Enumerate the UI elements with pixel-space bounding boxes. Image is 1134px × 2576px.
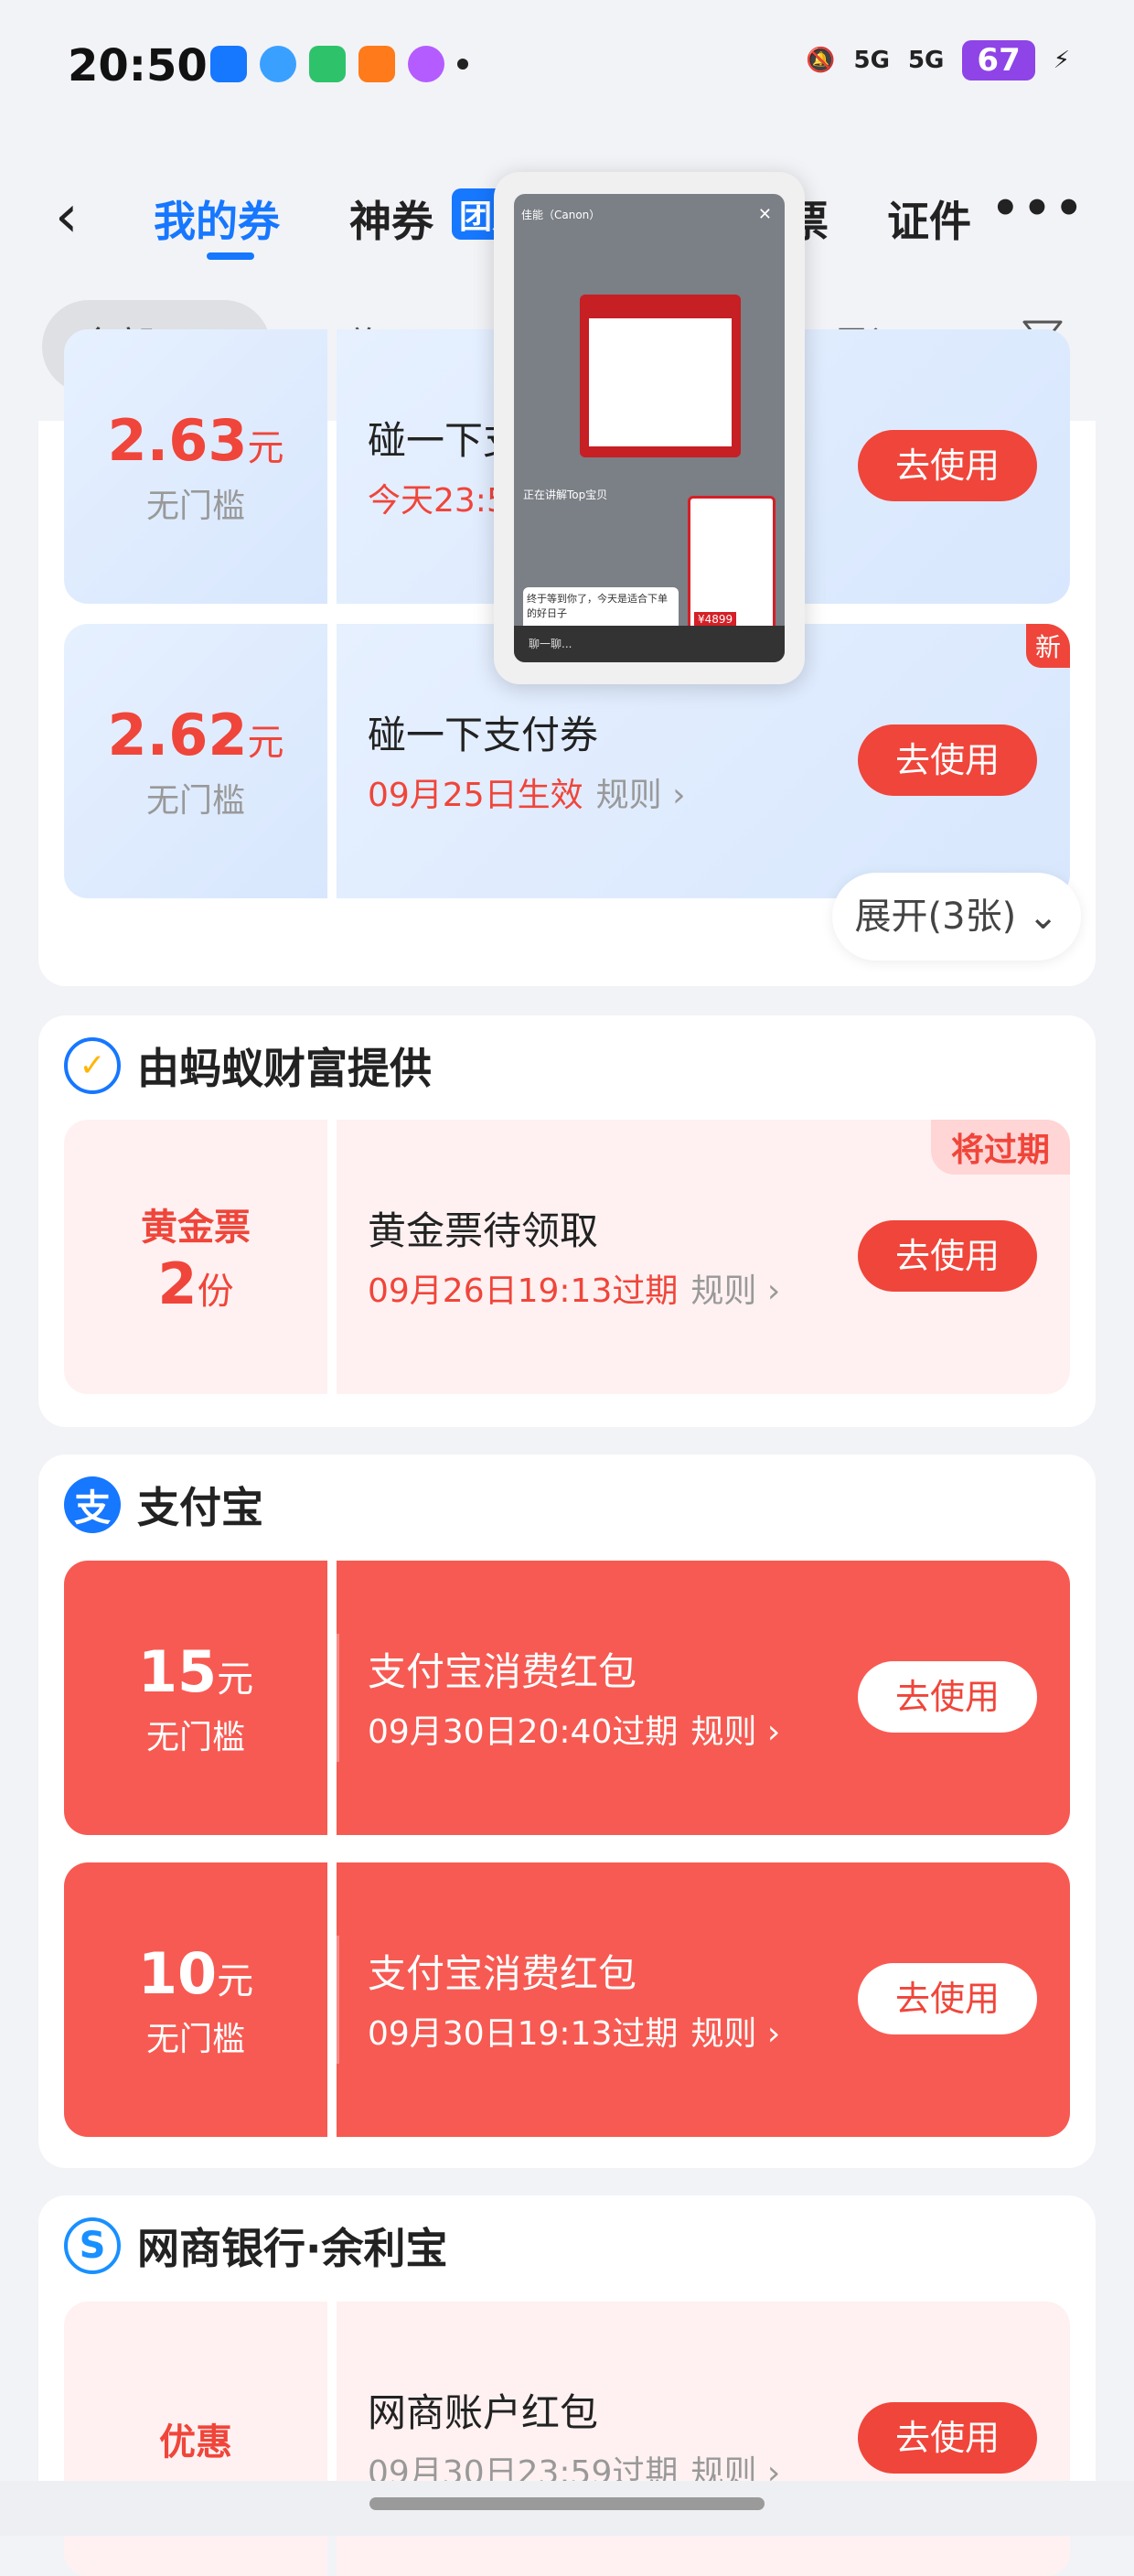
tab-certificates[interactable]: 证件 — [887, 188, 971, 249]
divider — [337, 1936, 339, 2064]
coupon-left: 2.62元 无门槛 — [64, 624, 327, 898]
section-title: 支 支付宝 — [64, 1475, 263, 1535]
discount-label: 优惠 — [159, 2421, 232, 2463]
coupon-title: 支付宝消费红包 — [368, 1649, 637, 1694]
coupon-right: 黄金票待领取 09月26日19:13过期 规则 › 去使用 将过期 — [337, 1120, 1070, 1394]
coupon-date: 09月25日生效 规则 › — [368, 777, 686, 814]
status-app-icons — [210, 46, 468, 82]
product-thumbnail[interactable]: ¥4899 — [688, 496, 776, 635]
coupon-item[interactable]: 黄金票 2份 黄金票待领取 09月26日19:13过期 规则 › 去使用 将过期 — [64, 1120, 1070, 1394]
more-icon[interactable]: ••• — [991, 183, 1086, 234]
more-dot-icon — [457, 59, 468, 70]
expand-button[interactable]: 展开(3张) ⌄ — [832, 873, 1081, 961]
coupon-amount: 2.63元 — [107, 406, 284, 474]
tab-underline — [207, 252, 254, 260]
coupon-date: 09月30日19:13过期 规则 › — [368, 2015, 781, 2053]
use-button[interactable]: 去使用 — [858, 1963, 1037, 2034]
mute-icon: 🔕 — [806, 47, 836, 74]
divider — [337, 1634, 339, 1762]
product-price: ¥4899 — [694, 612, 737, 627]
coupon-amount: 2份 — [157, 1250, 234, 1317]
mybank-logo-icon: S — [64, 2217, 121, 2274]
charging-icon: ⚡ — [1053, 47, 1070, 74]
coupon-title: 支付宝消费红包 — [368, 1951, 637, 1996]
coupon-condition: 无门槛 — [145, 1718, 245, 1756]
tab-shenquan[interactable]: 神券 — [349, 188, 433, 249]
tab-my-coupons[interactable]: 我的券 — [154, 188, 280, 249]
signal-5g-icon-2: 5G — [907, 47, 945, 74]
coupon-card-ant: ✓ 由蚂蚁财富提供 黄金票 2份 黄金票待领取 09月26日19:13过期 规则 … — [38, 1015, 1096, 1427]
ant-fortune-logo-icon: ✓ — [64, 1037, 121, 1094]
coupon-condition: 无门槛 — [145, 2020, 245, 2058]
close-icon[interactable]: ✕ — [758, 205, 772, 224]
use-button[interactable]: 去使用 — [858, 1661, 1037, 1733]
battery-app-icon — [309, 46, 346, 82]
coupon-left: 10元 无门槛 — [64, 1862, 327, 2137]
rule-link[interactable]: 规则 › — [690, 2015, 780, 2053]
expiring-badge: 将过期 — [930, 1120, 1070, 1175]
coupon-item[interactable]: 15元 无门槛 支付宝消费红包 09月30日20:40过期 规则 › 去使用 — [64, 1561, 1070, 1835]
coupon-amount: 10元 — [137, 1939, 254, 2007]
product-banner — [580, 295, 741, 457]
coupon-left: 15元 无门槛 — [64, 1561, 327, 1835]
kuaishou-app-icon — [358, 46, 395, 82]
signal-5g-icon: 5G — [853, 47, 890, 74]
coupon-card-alipay: 支 支付宝 15元 无门槛 支付宝消费红包 09月30日20:40过期 规则 › … — [38, 1454, 1096, 2168]
alipay-logo-icon: 支 — [64, 1476, 121, 1533]
live-stream-popup[interactable]: 佳能（Canon） ✕ 正在讲解Top宝贝 ¥4899 终于等到你了，今天是适合… — [494, 172, 805, 684]
rule-link[interactable]: 规则 › — [690, 1272, 780, 1310]
status-bar: 20:50 🔕 5G 5G 67 ⚡ — [0, 0, 1134, 137]
use-button[interactable]: 去使用 — [858, 2402, 1037, 2474]
coupon-right: 支付宝消费红包 09月30日20:40过期 规则 › 去使用 — [337, 1561, 1070, 1835]
new-badge: 新 — [1025, 624, 1070, 668]
coupon-left: 2.63元 无门槛 — [64, 329, 327, 604]
coupon-title: 黄金票待领取 — [368, 1208, 599, 1253]
coupon-left: 黄金票 2份 — [64, 1120, 327, 1394]
game-app-icon — [408, 46, 444, 82]
coupon-card-bank: S 网商银行·余利宝 优惠 网商账户红包 09月30日23:59过期 规则 › 去… — [38, 2195, 1096, 2576]
section-title: ✓ 由蚂蚁财富提供 — [64, 1036, 432, 1096]
gold-ticket-label: 黄金票 — [141, 1206, 251, 1249]
use-button[interactable]: 去使用 — [858, 1220, 1037, 1292]
browser-app-icon — [260, 46, 296, 82]
alipay-app-icon — [210, 46, 247, 82]
coupon-date: 09月26日19:13过期 规则 › — [368, 1272, 781, 1310]
live-header: 佳能（Canon） — [521, 209, 601, 221]
live-messages: 正在讲解Top宝贝 — [523, 488, 608, 501]
home-indicator[interactable] — [369, 2497, 765, 2510]
status-right: 🔕 5G 5G 67 ⚡ — [806, 40, 1070, 80]
rule-link[interactable]: 规则 › — [690, 1713, 780, 1751]
use-button[interactable]: 去使用 — [858, 430, 1037, 501]
coupon-title: 网商账户红包 — [368, 2390, 599, 2435]
battery-indicator: 67 — [962, 40, 1035, 80]
coupon-title: 碰一下支付券 — [368, 713, 599, 757]
coupon-amount: 2.62元 — [107, 701, 284, 768]
section-title: S 网商银行·余利宝 — [64, 2216, 447, 2276]
use-button[interactable]: 去使用 — [858, 724, 1037, 796]
live-stream-screen[interactable]: 佳能（Canon） ✕ 正在讲解Top宝贝 ¥4899 终于等到你了，今天是适合… — [514, 194, 785, 662]
coupon-condition: 无门槛 — [145, 781, 245, 820]
coupon-amount: 15元 — [137, 1637, 254, 1705]
coupon-right: 支付宝消费红包 09月30日19:13过期 规则 › 去使用 — [337, 1862, 1070, 2137]
rule-link[interactable]: 规则 › — [596, 777, 686, 814]
coupon-condition: 无门槛 — [145, 487, 245, 525]
coupon-item[interactable]: 10元 无门槛 支付宝消费红包 09月30日19:13过期 规则 › 去使用 — [64, 1862, 1070, 2137]
coupon-date: 09月30日20:40过期 规则 › — [368, 1713, 781, 1751]
status-time: 20:50 — [68, 40, 208, 91]
back-chevron-icon[interactable]: ‹ — [55, 183, 79, 251]
chat-input[interactable]: 聊一聊... — [514, 626, 785, 662]
